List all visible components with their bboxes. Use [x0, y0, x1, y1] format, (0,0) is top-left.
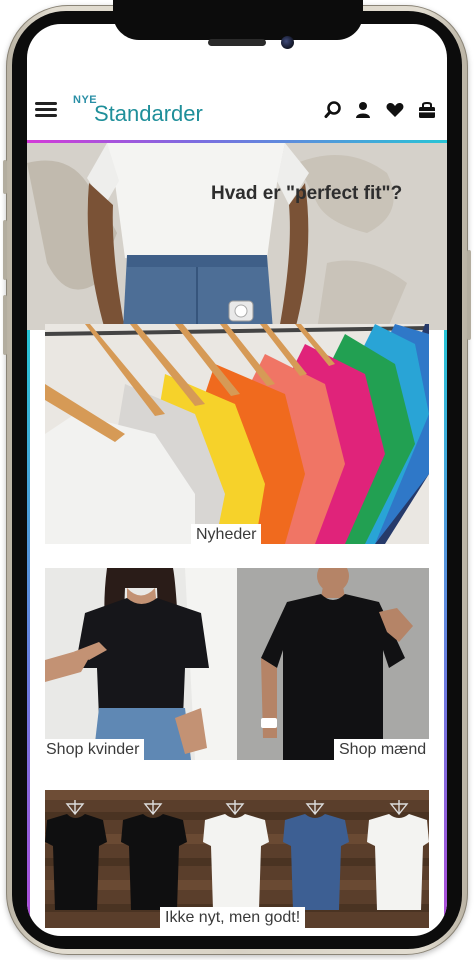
tile-shop-kvinder-label: Shop kvinder — [45, 739, 145, 760]
tile-ikke-nyt[interactable]: Ikke nyt, men godt! — [45, 790, 429, 928]
hero-title: Hvad er "perfect fit"? — [211, 183, 403, 204]
front-camera — [281, 36, 294, 49]
tile-shop-maend-image — [237, 568, 429, 760]
phone-volume-down-button — [3, 295, 7, 355]
heart-icon[interactable] — [385, 100, 405, 120]
hero-image — [27, 143, 447, 330]
tile-ikke-nyt-label: Ikke nyt, men godt! — [160, 907, 306, 928]
right-accent-border — [444, 330, 447, 936]
phone-side-button — [3, 160, 7, 194]
tile-shop-kvinder[interactable]: Shop kvinder — [45, 568, 237, 760]
tile-nyheder-label: Nyheder — [191, 524, 262, 544]
phone-power-button — [467, 250, 471, 340]
phone-notch — [113, 0, 363, 40]
tile-shop-maend[interactable]: Shop mænd — [237, 568, 429, 760]
site-header: NYE Standarder — [27, 68, 447, 140]
phone-screen: NYE Standarder Hvad er "perfect fit"? Ny… — [27, 24, 447, 936]
tile-shop-kvinder-image — [45, 568, 237, 760]
menu-icon[interactable] — [35, 102, 57, 118]
logo-main-text: Standarder — [94, 101, 203, 126]
phone-speaker — [208, 39, 266, 46]
search-icon[interactable] — [323, 100, 343, 120]
tile-nyheder[interactable]: Nyheder — [45, 324, 429, 544]
hero-banner[interactable]: Hvad er "perfect fit"? — [27, 143, 447, 330]
tile-nyheder-image — [45, 324, 429, 544]
user-icon[interactable] — [353, 100, 373, 120]
phone-volume-up-button — [3, 220, 7, 280]
bag-icon[interactable] — [417, 100, 437, 120]
left-accent-border — [27, 330, 30, 936]
tile-shop-maend-label: Shop mænd — [334, 739, 429, 760]
